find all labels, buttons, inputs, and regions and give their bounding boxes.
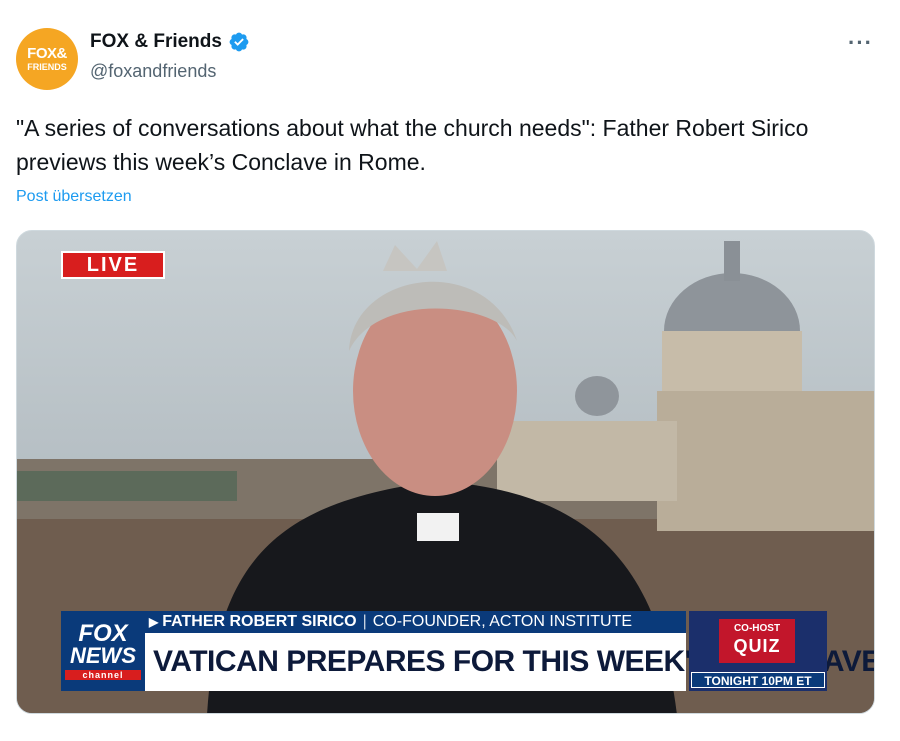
avatar-text-line1: FOX& [27,45,67,62]
promo-top: CO-HOST [733,623,781,634]
guest-title: CO-FOUNDER, ACTON INSTITUTE [372,613,633,630]
logo-line2: NEWS [70,642,136,668]
separator: | [362,613,367,630]
lower-third-nameplate: ▶ FATHER ROBERT SIRICO | CO-FOUNDER, ACT… [145,611,686,633]
promo-box: CO-HOST QUIZ TONIGHT 10PM ET [689,611,827,691]
post-text: "A series of conversations about what th… [16,115,809,175]
author-name-row: FOX & Friends [90,31,250,53]
verified-badge-icon [229,32,249,52]
lower-third-banner: ▶ FATHER ROBERT SIRICO | CO-FOUNDER, ACT… [145,611,874,691]
logo-line3: channel [65,669,141,680]
promo-time: TONIGHT 10PM ET [691,672,825,688]
live-badge: LIVE [61,251,165,279]
promo-quiz: CO-HOST QUIZ [719,619,795,663]
avatar[interactable]: FOX& FRIENDS [16,28,78,90]
user-handle[interactable]: @foxandfriends [90,61,216,82]
display-name[interactable]: FOX & Friends [90,31,222,53]
logo-line1: FOX [78,619,128,647]
tweet-card: FOX& FRIENDS FOX & Friends @foxandfriend… [0,0,900,741]
promo-main: QUIZ [733,636,781,656]
avatar-text-line2: FRIENDS [27,62,67,72]
video-player[interactable]: LIVE FOX NEWS channel ▶ FATHER ROBERT SI… [16,230,875,714]
fox-news-logo: FOX NEWS channel [61,611,145,691]
more-options-icon[interactable]: ··· [848,30,873,56]
guest-name: FATHER ROBERT SIRICO [162,613,357,630]
play-arrow-icon: ▶ [149,615,159,629]
headline: VATICAN PREPARES FOR THIS WEEK'S CONCLAV… [145,633,874,691]
translate-link[interactable]: Post übersetzen [16,188,132,206]
